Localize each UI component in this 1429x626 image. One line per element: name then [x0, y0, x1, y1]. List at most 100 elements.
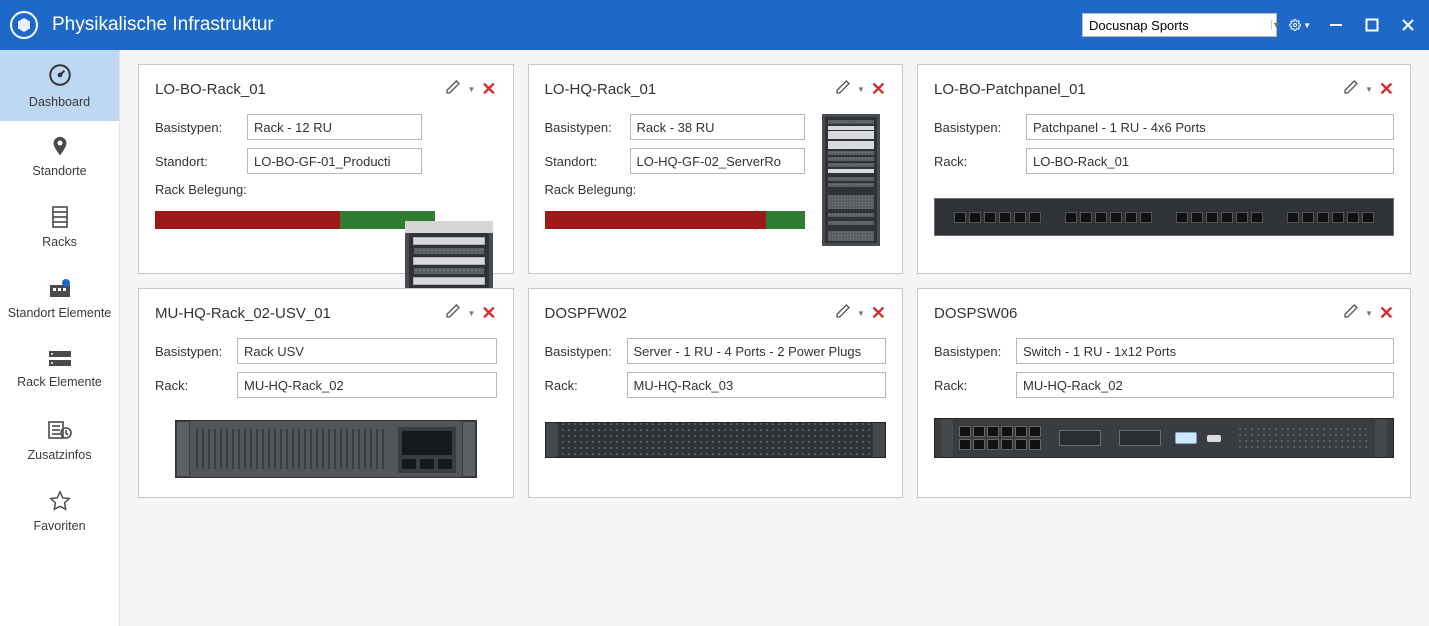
card-patchpanel: LO-BO-Patchpanel_01 ▼ ✕ Basistypen: Rack…: [917, 64, 1411, 274]
rack-input[interactable]: [1016, 372, 1394, 398]
field-label: Basistypen:: [155, 344, 237, 359]
edit-button[interactable]: [445, 303, 461, 324]
star-icon: [49, 490, 71, 515]
nav-label: Rack Elemente: [17, 375, 102, 389]
rack-preview-image: [822, 114, 880, 246]
delete-button[interactable]: ✕: [1379, 79, 1394, 100]
edit-button[interactable]: [835, 303, 851, 324]
nav-dashboard[interactable]: Dashboard: [0, 50, 119, 121]
rack-input[interactable]: [627, 372, 887, 398]
nav-label: Dashboard: [29, 95, 90, 109]
delete-button[interactable]: ✕: [871, 303, 886, 324]
nav-label: Standorte: [32, 164, 86, 178]
card-title: LO-BO-Rack_01: [155, 81, 445, 98]
edit-button[interactable]: [1343, 79, 1359, 100]
basistypen-input[interactable]: [247, 114, 422, 140]
field-label: Rack:: [934, 378, 1016, 393]
edit-button[interactable]: [445, 79, 461, 100]
maximize-icon: [1365, 18, 1379, 32]
edit-dropdown[interactable]: ▼: [857, 309, 865, 318]
dashboard-icon: [47, 62, 73, 91]
close-button[interactable]: [1397, 14, 1419, 36]
field-label: Rack Belegung:: [545, 182, 805, 197]
minimize-button[interactable]: [1325, 14, 1347, 36]
usage-used: [155, 211, 340, 229]
rack-input[interactable]: [1026, 148, 1394, 174]
basistypen-input[interactable]: [627, 338, 887, 364]
field-label: Basistypen:: [155, 120, 247, 135]
field-label: Basistypen:: [934, 120, 1026, 135]
rack-icon: [51, 206, 69, 231]
main-content: LO-BO-Rack_01 ▼ ✕ Basistypen: Stan: [120, 50, 1429, 626]
settings-button[interactable]: ▼: [1289, 14, 1311, 36]
pencil-icon: [1343, 79, 1359, 95]
pencil-icon: [445, 79, 461, 95]
card-title: MU-HQ-Rack_02-USV_01: [155, 305, 445, 322]
rack-input[interactable]: [237, 372, 497, 398]
field-label: Standort:: [155, 154, 247, 169]
card-title: DOSPFW02: [545, 305, 835, 322]
field-label: Basistypen:: [934, 344, 1016, 359]
basistypen-input[interactable]: [1016, 338, 1394, 364]
maximize-button[interactable]: [1361, 14, 1383, 36]
card-ups: MU-HQ-Rack_02-USV_01 ▼ ✕ Basistypen: Rac…: [138, 288, 514, 498]
rack-element-icon: [48, 350, 72, 371]
nav-zusatzinfos[interactable]: Zusatzinfos: [0, 405, 119, 476]
standort-input[interactable]: [630, 148, 805, 174]
tenant-selector[interactable]: ▼: [1082, 13, 1277, 37]
card-title: LO-BO-Patchpanel_01: [934, 81, 1343, 98]
card-switch: DOSPSW06 ▼ ✕ Basistypen: Rack:: [917, 288, 1411, 498]
patchpanel-preview-image: [934, 198, 1394, 236]
ups-preview-image: [175, 420, 477, 478]
field-label: Rack Belegung:: [155, 182, 435, 197]
usage-free: [766, 211, 805, 229]
nav-standort-elemente[interactable]: Standort Elemente: [0, 263, 119, 334]
pencil-icon: [1343, 303, 1359, 319]
basistypen-input[interactable]: [237, 338, 497, 364]
nav-label: Racks: [42, 235, 77, 249]
card-title: LO-HQ-Rack_01: [545, 81, 835, 98]
pencil-icon: [835, 79, 851, 95]
edit-dropdown[interactable]: ▼: [857, 85, 865, 94]
nav-label: Zusatzinfos: [28, 448, 92, 462]
edit-dropdown[interactable]: ▼: [1365, 85, 1373, 94]
tenant-selector-input[interactable]: [1083, 18, 1271, 33]
field-label: Rack:: [155, 378, 237, 393]
field-label: Standort:: [545, 154, 630, 169]
delete-button[interactable]: ✕: [871, 79, 886, 100]
nav-standorte[interactable]: Standorte: [0, 121, 119, 192]
site-element-icon: [48, 277, 72, 302]
edit-dropdown[interactable]: ▼: [467, 85, 475, 94]
nav-racks[interactable]: Racks: [0, 192, 119, 263]
app-title: Physikalische Infrastruktur: [52, 14, 1082, 36]
delete-button[interactable]: ✕: [1379, 303, 1394, 324]
app-logo: [10, 11, 38, 39]
info-icon: [48, 419, 72, 444]
tenant-selector-dropdown[interactable]: ▼: [1271, 20, 1281, 30]
usage-bar: [155, 211, 435, 229]
edit-button[interactable]: [835, 79, 851, 100]
pencil-icon: [835, 303, 851, 319]
gear-icon: [1289, 15, 1301, 35]
minimize-icon: [1329, 18, 1343, 32]
basistypen-input[interactable]: [630, 114, 805, 140]
delete-button[interactable]: ✕: [481, 79, 496, 100]
nav-favoriten[interactable]: Favoriten: [0, 476, 119, 547]
sidebar: Dashboard Standorte Racks Standort Eleme…: [0, 50, 120, 626]
server-preview-image: [545, 422, 887, 458]
basistypen-input[interactable]: [1026, 114, 1394, 140]
edit-dropdown[interactable]: ▼: [1365, 309, 1373, 318]
card-rack-lo-hq-rack-01: LO-HQ-Rack_01 ▼ ✕ Basistypen: Standort:: [528, 64, 904, 274]
close-icon: [1401, 18, 1415, 32]
card-title: DOSPSW06: [934, 305, 1343, 322]
nav-rack-elemente[interactable]: Rack Elemente: [0, 334, 119, 405]
usage-used: [545, 211, 766, 229]
field-label: Basistypen:: [545, 344, 627, 359]
edit-button[interactable]: [1343, 303, 1359, 324]
standort-input[interactable]: [247, 148, 422, 174]
edit-dropdown[interactable]: ▼: [467, 309, 475, 318]
pencil-icon: [445, 303, 461, 319]
chevron-down-icon: ▼: [1303, 21, 1311, 30]
delete-button[interactable]: ✕: [481, 303, 496, 324]
titlebar: Physikalische Infrastruktur ▼ ▼: [0, 0, 1429, 50]
